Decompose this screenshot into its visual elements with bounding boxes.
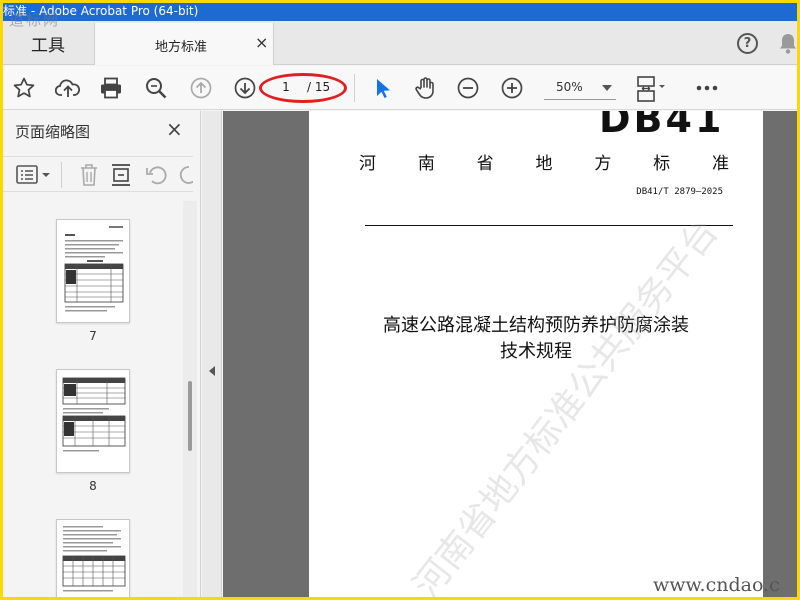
- upload-icon[interactable]: [54, 76, 81, 100]
- watermark-logo: 道标网: [9, 11, 61, 29]
- standard-code: DB41: [599, 111, 725, 141]
- tab-document[interactable]: 地方标准 ×: [94, 23, 274, 65]
- rotate-left-icon[interactable]: [144, 163, 168, 191]
- toolbar-divider: [354, 74, 355, 102]
- trash-icon[interactable]: [77, 162, 101, 192]
- page-gutter: [765, 111, 797, 597]
- annotation-oval: [259, 73, 347, 103]
- tab-document-label: 地方标准: [155, 40, 208, 55]
- tab-tools-label: 工具: [31, 35, 65, 56]
- chevron-down-icon: [602, 85, 612, 91]
- standard-number: DB41/T 2879—2025: [636, 187, 723, 197]
- app-window: 标准 - Adobe Acrobat Pro (64-bit) 道标网 工具 地…: [3, 3, 797, 597]
- sidebar-scrollbar-thumb[interactable]: [188, 381, 192, 451]
- more-icon[interactable]: [693, 76, 721, 100]
- page-up-icon[interactable]: [189, 76, 213, 100]
- title-bar: 标准 - Adobe Acrobat Pro (64-bit): [3, 3, 797, 21]
- page-down-icon[interactable]: [233, 76, 257, 100]
- document-page: DB41 河 南 省 地 方 标 准 DB41/T 2879—2025 高速公路…: [309, 111, 763, 597]
- url-watermark: www.cndao.c: [653, 574, 780, 596]
- sidebar-collapse-handle[interactable]: [202, 111, 222, 597]
- star-icon[interactable]: [12, 76, 36, 100]
- standard-category-char: 地: [535, 154, 553, 174]
- bell-icon[interactable]: [779, 33, 797, 59]
- standard-category-char: 省: [476, 154, 494, 174]
- help-icon[interactable]: ?: [737, 33, 758, 54]
- standard-category: 河 南 省 地 方 标 准: [359, 149, 729, 174]
- zoom-out-icon[interactable]: [456, 76, 480, 100]
- tab-close-button[interactable]: ×: [255, 33, 268, 52]
- sidebar-title: 页面缩略图: [15, 123, 91, 141]
- print-icon[interactable]: [99, 76, 123, 100]
- page-thumbnail-9[interactable]: [56, 519, 130, 597]
- thumbnail-list: 7 8: [3, 201, 183, 597]
- hand-icon[interactable]: [413, 76, 437, 100]
- document-title-line2: 技术规程: [500, 341, 572, 362]
- document-view[interactable]: DB41 河 南 省 地 方 标 准 DB41/T 2879—2025 高速公路…: [223, 111, 797, 597]
- chevron-left-icon: [209, 366, 215, 376]
- standard-category-char: 南: [417, 154, 435, 174]
- thumbnail-options-icon[interactable]: [15, 163, 53, 191]
- standard-category-char: 标: [653, 154, 671, 174]
- standard-category-char: 河: [359, 154, 376, 174]
- extract-page-icon[interactable]: [109, 162, 133, 192]
- search-icon[interactable]: [144, 76, 168, 100]
- thumbnail-label: 8: [89, 479, 97, 493]
- cursor-icon[interactable]: [370, 76, 394, 100]
- tab-bar: 工具 地方标准 × ?: [3, 21, 797, 65]
- document-title: 高速公路混凝土结构预防养护防腐涂装: [383, 315, 689, 336]
- zoom-in-icon[interactable]: [500, 76, 524, 100]
- page-thumbnail-7[interactable]: [56, 219, 130, 323]
- page-display-icon[interactable]: [636, 76, 668, 102]
- sidebar-close-button[interactable]: ×: [166, 117, 183, 141]
- thumbnail-label: 7: [89, 329, 97, 343]
- zoom-select[interactable]: 50%: [544, 76, 616, 100]
- rotate-right-icon[interactable]: [177, 163, 193, 191]
- standard-category-char: 准: [711, 154, 729, 174]
- zoom-value: 50%: [556, 80, 583, 94]
- main-toolbar: 1 / 15 50%: [3, 66, 797, 110]
- standard-category-char: 方: [594, 154, 612, 174]
- page-thumbnail-8[interactable]: [56, 369, 130, 473]
- thumbnail-sidebar: 页面缩略图 × 7 8: [3, 111, 201, 597]
- sidebar-divider: [61, 162, 62, 188]
- watermark-text: 河南省地方标准公共服务平台: [406, 211, 727, 597]
- sidebar-toolbar: [3, 156, 193, 192]
